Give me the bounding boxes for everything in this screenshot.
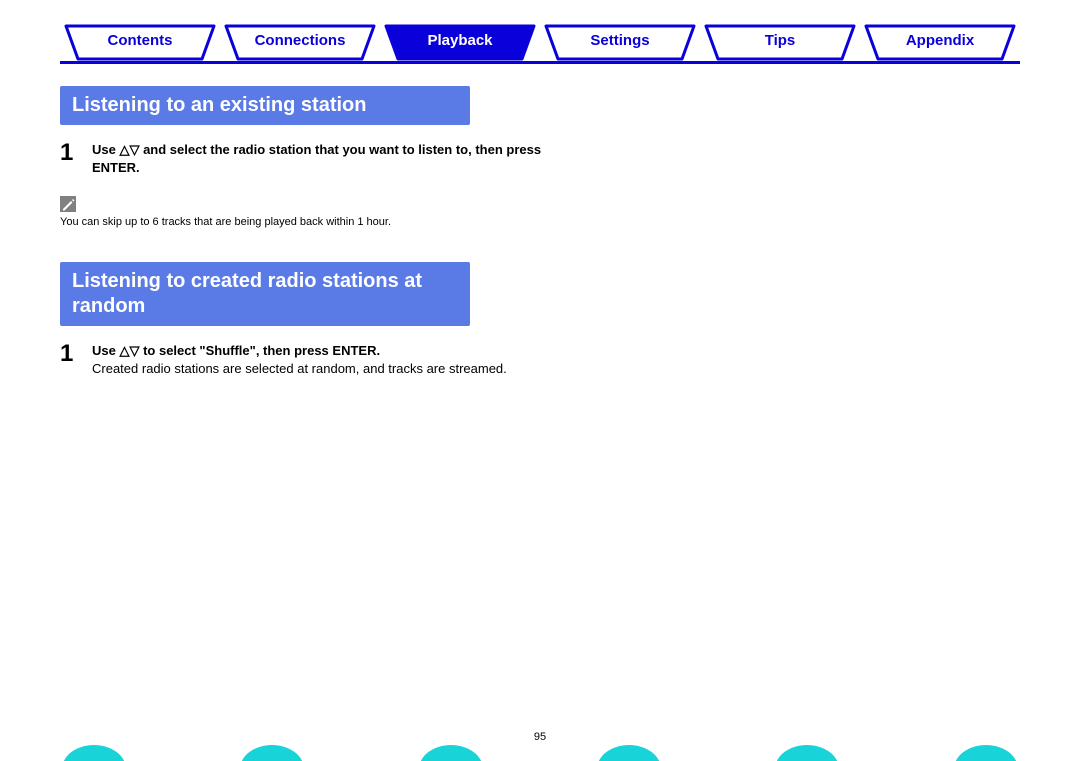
tab-label: Connections — [255, 32, 346, 49]
footer-button-6[interactable] — [956, 739, 1016, 761]
tab-appendix[interactable]: Appendix — [860, 24, 1020, 61]
tab-tips[interactable]: Tips — [700, 24, 860, 61]
step-number: 1 — [60, 342, 78, 377]
tab-label: Playback — [427, 32, 492, 49]
section-title-random: Listening to created radio stations at r… — [60, 262, 470, 326]
step-1-existing: 1 Use △▽ and select the radio station th… — [60, 141, 550, 176]
tab-label: Settings — [590, 32, 649, 49]
tab-label: Appendix — [906, 32, 974, 49]
updown-arrows-icon: △▽ — [119, 343, 139, 358]
footer-button-2[interactable] — [242, 739, 302, 761]
left-column: Listening to an existing station 1 Use △… — [60, 86, 550, 377]
page-number: 95 — [534, 731, 546, 743]
note-text: You can skip up to 6 tracks that are bei… — [60, 216, 550, 228]
footer-button-3[interactable] — [421, 739, 481, 761]
tab-connections[interactable]: Connections — [220, 24, 380, 61]
footer-button-5[interactable] — [777, 739, 837, 761]
footer-button-4[interactable] — [599, 739, 659, 761]
footer: 95 — [0, 731, 1080, 761]
section-title-existing-station: Listening to an existing station — [60, 86, 470, 125]
step-body: Use △▽ to select "Shuffle", then press E… — [92, 342, 507, 377]
tab-label: Tips — [765, 32, 796, 49]
step-body: Use △▽ and select the radio station that… — [92, 141, 550, 176]
tab-playback[interactable]: Playback — [380, 24, 540, 61]
section-random: Listening to created radio stations at r… — [60, 262, 550, 377]
note-row — [60, 196, 550, 212]
updown-arrows-icon: △▽ — [119, 142, 139, 157]
footer-button-1[interactable] — [64, 739, 124, 761]
tab-underline — [60, 61, 1020, 64]
page-content: Contents Connections Playback Settings Tips A… — [0, 0, 1080, 377]
tab-settings[interactable]: Settings — [540, 24, 700, 61]
tab-bar: Contents Connections Playback Settings Tips A… — [60, 24, 1020, 64]
step-detail: Created radio stations are selected at r… — [92, 361, 507, 376]
tab-label: Contents — [108, 32, 173, 49]
tab-contents[interactable]: Contents — [60, 24, 220, 61]
step-1-random: 1 Use △▽ to select "Shuffle", then press… — [60, 342, 550, 377]
pencil-icon — [60, 196, 76, 212]
step-number: 1 — [60, 141, 78, 176]
